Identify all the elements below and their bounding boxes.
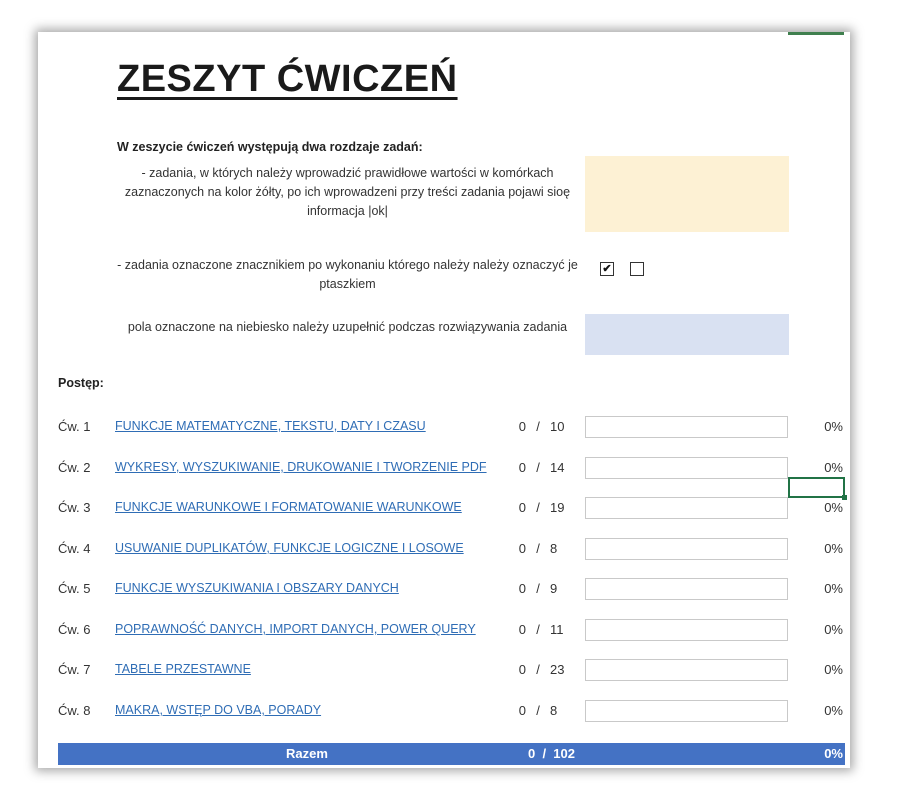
exercise-row: Ćw. 3 FUNKCJE WARUNKOWE I FORMATOWANIE WA…	[0, 497, 900, 521]
exercise-link[interactable]: MAKRA, WSTĘP DO VBA, PORADY	[115, 703, 321, 717]
exercise-score: 0 / 9	[516, 581, 570, 596]
exercise-number: Ćw. 7	[58, 662, 91, 677]
exercise-number: Ćw. 6	[58, 622, 91, 637]
total-row: Razem 0 / 102 0%	[58, 743, 845, 765]
page-title: ZESZYT ĆWICZEŃ	[117, 58, 458, 100]
yellow-sample-cell[interactable]	[585, 156, 789, 232]
exercise-done-count: 0	[518, 581, 526, 596]
exercise-percent: 0%	[824, 460, 843, 475]
score-separator: /	[536, 581, 540, 596]
exercise-link[interactable]: POPRAWNOŚĆ DANYCH, IMPORT DANYCH, POWER …	[115, 622, 476, 636]
exercise-score: 0 / 8	[516, 541, 570, 556]
exercise-percent: 0%	[824, 419, 843, 434]
exercise-done-count: 0	[518, 460, 526, 475]
selected-cell-cursor[interactable]	[788, 477, 847, 500]
exercise-link[interactable]: FUNKCJE WYSZUKIWANIA I OBSZARY DANYCH	[115, 581, 399, 595]
progress-bar	[585, 700, 788, 722]
progress-bar	[585, 457, 788, 479]
exercise-percent: 0%	[824, 541, 843, 556]
exercise-number: Ćw. 8	[58, 703, 91, 718]
exercise-number: Ćw. 5	[58, 581, 91, 596]
exercise-number: Ćw. 1	[58, 419, 91, 434]
legend-checkbox-text: - zadania oznaczone znacznikiem po wykon…	[117, 258, 578, 291]
total-percent: 0%	[824, 746, 843, 761]
exercise-link[interactable]: FUNKCJE WARUNKOWE I FORMATOWANIE WARUNKO…	[115, 500, 462, 514]
total-label: Razem	[286, 746, 328, 761]
sheet-edge-accent	[788, 32, 844, 35]
exercise-link[interactable]: FUNKCJE MATEMATYCZNE, TEKSTU, DATY I CZA…	[115, 419, 426, 433]
exercise-row: Ćw. 1 FUNKCJE MATEMATYCZNE, TEKSTU, DATY …	[0, 416, 900, 440]
exercise-total-count: 11	[550, 622, 564, 637]
exercise-done-count: 0	[518, 662, 526, 677]
exercise-score: 0 / 19	[516, 500, 570, 515]
exercise-score: 0 / 10	[516, 419, 570, 434]
exercise-total-count: 9	[550, 581, 558, 596]
exercise-score: 0 / 8	[516, 703, 570, 718]
exercise-score: 0 / 14	[516, 460, 570, 475]
exercise-row: Ćw. 4 USUWANIE DUPLIKATÓW, FUNKCJE LOGICZ…	[0, 538, 900, 562]
score-separator: /	[536, 703, 540, 718]
exercise-link[interactable]: WYKRESY, WYSZUKIWANIE, DRUKOWANIE I TWOR…	[115, 460, 487, 474]
exercise-done-count: 0	[518, 703, 526, 718]
progress-bar	[585, 538, 788, 560]
exercise-total-count: 14	[550, 460, 565, 475]
exercise-percent: 0%	[824, 500, 843, 515]
blue-sample-cell[interactable]	[585, 314, 789, 355]
exercise-score: 0 / 23	[516, 662, 570, 677]
exercise-percent: 0%	[824, 662, 843, 677]
progress-bar	[585, 659, 788, 681]
exercise-done-count: 0	[518, 541, 526, 556]
exercise-score: 0 / 11	[516, 622, 570, 637]
exercise-done-count: 0	[518, 622, 526, 637]
exercise-row: Ćw. 7 TABELE PRZESTAWNE 0 / 23 0%	[0, 659, 900, 683]
exercise-row: Ćw. 5 FUNKCJE WYSZUKIWANIA I OBSZARY DANY…	[0, 578, 900, 602]
score-separator: /	[536, 622, 540, 637]
unchecked-checkbox[interactable]	[630, 262, 644, 276]
exercise-total-count: 19	[550, 500, 565, 515]
exercise-row: Ćw. 6 POPRAWNOŚĆ DANYCH, IMPORT DANYCH, P…	[0, 619, 900, 643]
exercise-percent: 0%	[824, 703, 843, 718]
exercise-row: Ćw. 8 MAKRA, WSTĘP DO VBA, PORADY 0 / 8 0%	[0, 700, 900, 724]
intro-heading: W zeszycie ćwiczeń występują dwa rozdzaj…	[117, 140, 423, 154]
progress-bar	[585, 619, 788, 641]
score-separator: /	[536, 541, 540, 556]
score-separator: /	[536, 500, 540, 515]
exercise-done-count: 0	[518, 419, 526, 434]
exercise-number: Ćw. 2	[58, 460, 91, 475]
progress-bar	[585, 497, 788, 519]
score-separator: /	[536, 460, 540, 475]
exercise-percent: 0%	[824, 581, 843, 596]
legend-yellow-text: - zadania, w których należy wprowadzić p…	[124, 166, 571, 218]
exercise-row: Ćw. 2 WYKRESY, WYSZUKIWANIE, DRUKOWANIE I…	[0, 457, 900, 481]
progress-label: Postęp:	[58, 376, 104, 390]
exercise-total-count: 8	[550, 703, 558, 718]
progress-bar	[585, 416, 788, 438]
score-separator: /	[536, 662, 540, 677]
total-score: 0 / 102	[528, 746, 575, 761]
exercise-link[interactable]: USUWANIE DUPLIKATÓW, FUNKCJE LOGICZNE I …	[115, 541, 464, 555]
exercise-total-count: 8	[550, 541, 558, 556]
exercise-percent: 0%	[824, 622, 843, 637]
exercise-total-count: 23	[550, 662, 565, 677]
progress-bar	[585, 578, 788, 600]
legend-blue-text: pola oznaczone na niebiesko należy uzupe…	[127, 320, 568, 334]
exercise-number: Ćw. 3	[58, 500, 91, 515]
exercise-done-count: 0	[518, 500, 526, 515]
exercise-total-count: 10	[550, 419, 565, 434]
exercise-number: Ćw. 4	[58, 541, 91, 556]
checked-checkbox[interactable]: ✔	[600, 262, 614, 276]
exercise-link[interactable]: TABELE PRZESTAWNE	[115, 662, 251, 676]
checkbox-samples: ✔	[600, 262, 644, 276]
score-separator: /	[536, 419, 540, 434]
